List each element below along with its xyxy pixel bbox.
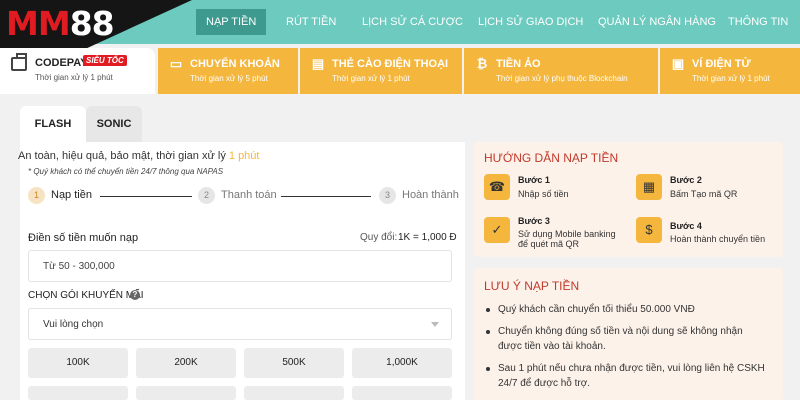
guide-step-desc: Sử dụng Mobile banking bbox=[518, 229, 616, 239]
logo-part-red: MM bbox=[6, 4, 71, 43]
amount-label: Điền số tiền muốn nạp bbox=[28, 232, 139, 244]
method-e-wallet[interactable]: ▣ VÍ ĐIỆN TỬ Thời gian xử lý 1 phút bbox=[660, 48, 800, 94]
chevron-down-icon bbox=[431, 322, 439, 327]
quick-amount-1000k[interactable]: 1,000K bbox=[352, 348, 452, 378]
phone-hand-icon: ☎ bbox=[484, 174, 510, 200]
step-divider bbox=[100, 196, 192, 197]
method-codepay[interactable]: CODEPAY SIÊU TỐC Thời gian xử lý 1 phút bbox=[0, 48, 155, 94]
help-icon[interactable]: ? bbox=[130, 290, 140, 300]
step-label-2: Thanh toán bbox=[221, 189, 277, 201]
note-item: Sau 1 phút nếu chưa nhận được tiền, vui … bbox=[498, 363, 765, 389]
money-transfer-icon: $ bbox=[636, 217, 662, 243]
bullet-dot bbox=[486, 367, 490, 371]
intro-highlight: 1 phút bbox=[228, 150, 260, 162]
guide-step-desc: Bấm Tạo mã QR bbox=[670, 189, 738, 199]
quick-amount-chip[interactable] bbox=[136, 386, 236, 400]
promo-label: CHỌN GÓI KHUYẾN MÃI bbox=[28, 290, 144, 301]
deposit-guide: HƯỚNG DẪN NẠP TIỀN ☎ Bước 1 Nhập số tiền… bbox=[474, 142, 783, 257]
step-label-3: Hoàn thành bbox=[402, 189, 459, 201]
brand-logo[interactable]: MM88 bbox=[6, 4, 115, 44]
intro-text: An toàn, hiệu quả, bảo mật, thời gian xử… bbox=[18, 150, 259, 162]
quick-amount-chip[interactable] bbox=[244, 386, 344, 400]
note-item: Quý khách cần chuyển tối thiểu 50.000 VN… bbox=[498, 304, 695, 315]
guide-step-title: Bước 3 bbox=[518, 216, 550, 226]
nav-item-deposit[interactable]: NẠP TIỀN bbox=[196, 9, 267, 35]
method-subtitle: Thời gian xử lý phụ thuộc Blockchain bbox=[496, 74, 628, 83]
deposit-notes: LƯU Ý NẠP TIỀN Quý khách cần chuyển tối … bbox=[474, 268, 783, 400]
main-nav: NẠP TIỀN RÚT TIỀN LỊCH SỬ CÁ CƯỢC LỊCH S… bbox=[196, 0, 800, 44]
method-crypto[interactable]: ₿ TIỀN ẢO Thời gian xử lý phụ thuộc Bloc… bbox=[464, 48, 658, 94]
step-circle-2: 2 bbox=[198, 187, 215, 204]
bitcoin-icon: ₿ bbox=[476, 56, 488, 71]
wallet-icon bbox=[11, 53, 27, 71]
method-bank-transfer[interactable]: ▭ CHUYỂN KHOẢN Thời gian xử lý 5 phút bbox=[158, 48, 298, 94]
guide-step-desc: Nhập số tiền bbox=[518, 189, 569, 199]
step-circle-1: 1 bbox=[28, 187, 45, 204]
nav-item-bet-history[interactable]: LỊCH SỬ CÁ CƯỢC bbox=[352, 9, 473, 35]
guide-step-title: Bước 1 bbox=[518, 175, 550, 185]
bullet-dot bbox=[486, 308, 490, 312]
guide-step-title: Bước 2 bbox=[670, 175, 702, 185]
card-icon: ▭ bbox=[169, 56, 183, 71]
conversion-value: 1K = 1,000 Đ bbox=[398, 232, 457, 243]
nav-item-transaction-history[interactable]: LỊCH SỬ GIAO DỊCH bbox=[468, 9, 593, 35]
method-codepay-name: CODEPAY bbox=[35, 57, 88, 69]
guide-step-desc: Hoàn thành chuyển tiền bbox=[670, 234, 766, 244]
promo-select-value: Vui lòng chọn bbox=[43, 319, 104, 330]
tab-sonic[interactable]: SONIC bbox=[86, 106, 142, 142]
step-circle-3: 3 bbox=[379, 187, 396, 204]
amount-input[interactable] bbox=[28, 250, 452, 282]
qr-code-icon: ▦ bbox=[636, 174, 662, 200]
method-name: CHUYỂN KHOẢN bbox=[190, 58, 280, 70]
promo-select[interactable]: Vui lòng chọn bbox=[28, 308, 452, 340]
guide-title: HƯỚNG DẪN NẠP TIỀN bbox=[484, 151, 619, 165]
notes-title: LƯU Ý NẠP TIỀN bbox=[484, 279, 580, 293]
nav-item-bank-management[interactable]: QUẢN LÝ NGÂN HÀNG bbox=[588, 9, 726, 35]
method-subtitle: Thời gian xử lý 5 phút bbox=[190, 74, 268, 83]
method-name: VÍ ĐIỆN TỬ bbox=[692, 58, 751, 70]
express-badge: SIÊU TỐC bbox=[83, 55, 127, 66]
quick-amount-200k[interactable]: 200K bbox=[136, 348, 236, 378]
nav-item-info[interactable]: THÔNG TIN bbox=[718, 9, 798, 35]
intro-main: An toàn, hiệu quả, bảo mật, thời gian xử… bbox=[18, 150, 226, 162]
note-item: Chuyển không đúng số tiền và nội dung sẽ… bbox=[498, 326, 743, 352]
method-phone-card[interactable]: ▤ THẺ CÀO ĐIỆN THOẠI Thời gian xử lý 1 p… bbox=[300, 48, 462, 94]
payment-methods: CODEPAY SIÊU TỐC Thời gian xử lý 1 phút … bbox=[0, 48, 800, 94]
quick-amount-500k[interactable]: 500K bbox=[244, 348, 344, 378]
guide-step-title: Bước 4 bbox=[670, 221, 702, 231]
method-subtitle: Thời gian xử lý 1 phút bbox=[692, 74, 770, 83]
quick-amount-chip[interactable] bbox=[352, 386, 452, 400]
conversion-label: Quy đổi: bbox=[360, 232, 398, 243]
bullet-dot bbox=[486, 330, 490, 334]
quick-amount-chip[interactable] bbox=[28, 386, 128, 400]
napas-note: * Quý khách có thể chuyển tiền 24/7 thôn… bbox=[28, 167, 224, 176]
method-subtitle: Thời gian xử lý 1 phút bbox=[332, 74, 410, 83]
step-divider bbox=[281, 196, 371, 197]
mobile-check-icon: ✓ bbox=[484, 217, 510, 243]
guide-step-desc: để quét mã QR bbox=[518, 239, 580, 249]
method-name: TIỀN ẢO bbox=[496, 58, 541, 70]
method-codepay-subtitle: Thời gian xử lý 1 phút bbox=[35, 73, 113, 82]
step-label-1: Nạp tiền bbox=[51, 189, 92, 201]
tab-flash[interactable]: FLASH bbox=[20, 106, 86, 142]
logo-part-white: 88 bbox=[69, 4, 115, 43]
quick-amount-100k[interactable]: 100K bbox=[28, 348, 128, 378]
phone-card-icon: ▤ bbox=[311, 56, 325, 71]
nav-item-withdraw[interactable]: RÚT TIỀN bbox=[276, 9, 346, 35]
wallet-icon: ▣ bbox=[671, 56, 685, 71]
method-name: THẺ CÀO ĐIỆN THOẠI bbox=[332, 58, 449, 70]
